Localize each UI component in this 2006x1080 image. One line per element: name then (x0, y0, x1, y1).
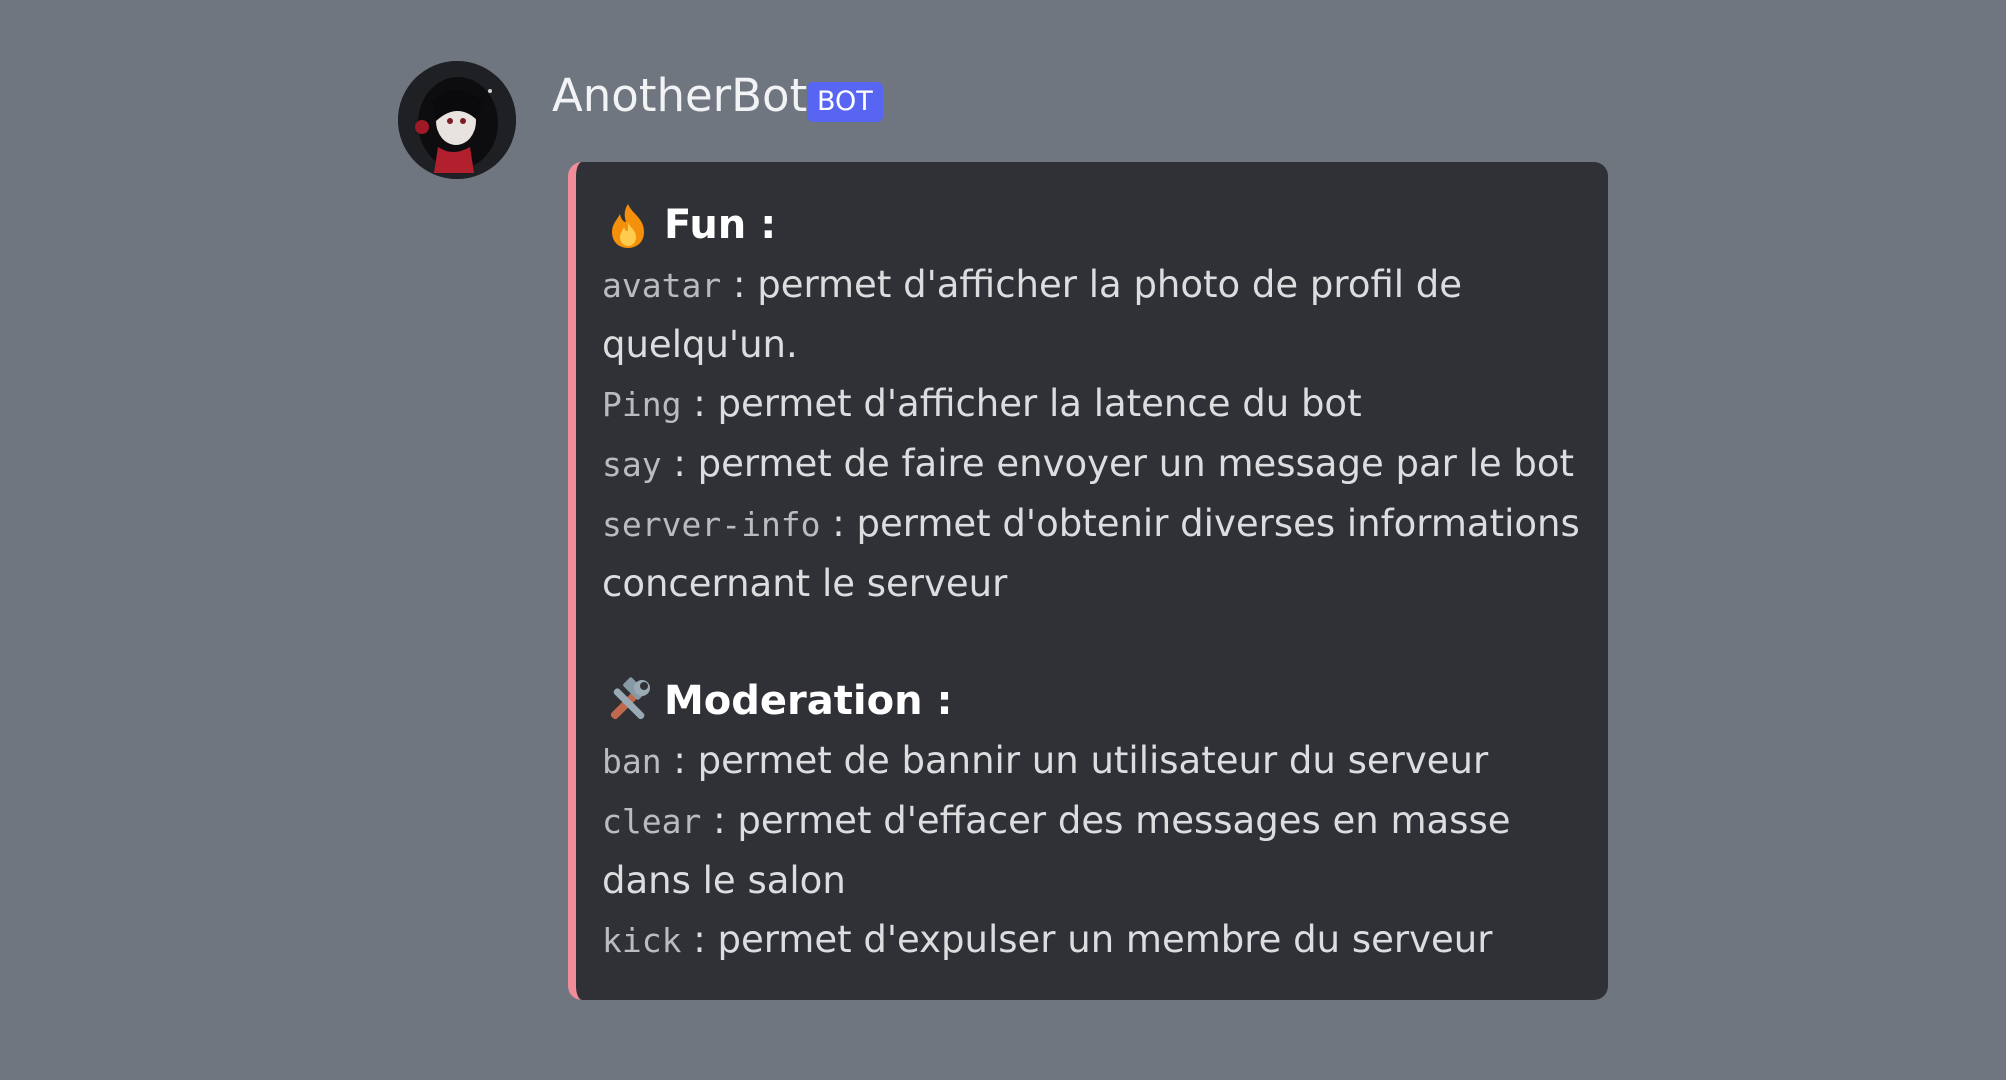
help-embed: Fun : avatar : permet d'afficher la phot… (568, 162, 1608, 1000)
section-title-text: Fun : (664, 202, 777, 248)
command-line: ban : permet de bannir un utilisateur du… (602, 731, 1588, 791)
command-name: kick (602, 921, 682, 960)
command-desc: : permet de faire envoyer un message par… (661, 442, 1575, 485)
fire-emoji-icon (602, 200, 654, 252)
command-name: Ping (602, 385, 682, 424)
command-line: clear : permet d'effacer des messages en… (602, 791, 1588, 910)
command-desc: : permet d'afficher la latence du bot (681, 382, 1362, 425)
anime-avatar-icon (398, 61, 516, 179)
command-desc: : permet d'afficher la photo de profil d… (602, 263, 1463, 366)
bot-badge: BOT (807, 82, 883, 122)
command-name: avatar (602, 266, 722, 305)
section-title-moderation: Moderation : (602, 672, 1588, 731)
command-name: server-info (602, 505, 821, 544)
hammer-and-wrench-icon (602, 676, 654, 728)
command-line: avatar : permet d'afficher la photo de p… (602, 255, 1588, 374)
command-desc: : permet d'expulser un membre du serveur (681, 918, 1493, 961)
embed-section-moderation: Moderation : ban : permet de bannir un u… (602, 672, 1588, 970)
bot-username[interactable]: AnotherBot (552, 68, 807, 124)
command-name: ban (602, 742, 662, 781)
section-title-text: Moderation : (664, 678, 953, 724)
command-line: kick : permet d'expulser un membre du se… (602, 910, 1588, 970)
command-desc: : permet d'effacer des messages en masse… (602, 799, 1511, 902)
embed-section-fun: Fun : avatar : permet d'afficher la phot… (602, 196, 1588, 613)
bot-avatar[interactable] (398, 61, 516, 179)
section-title-fun: Fun : (602, 196, 1588, 255)
command-desc: : permet de bannir un utilisateur du ser… (661, 739, 1489, 782)
command-name: say (602, 445, 662, 484)
command-line: say : permet de faire envoyer un message… (602, 434, 1588, 494)
command-name: clear (602, 802, 702, 841)
command-line: Ping : permet d'afficher la latence du b… (602, 374, 1588, 434)
command-line: server-info : permet d'obtenir diverses … (602, 494, 1588, 613)
